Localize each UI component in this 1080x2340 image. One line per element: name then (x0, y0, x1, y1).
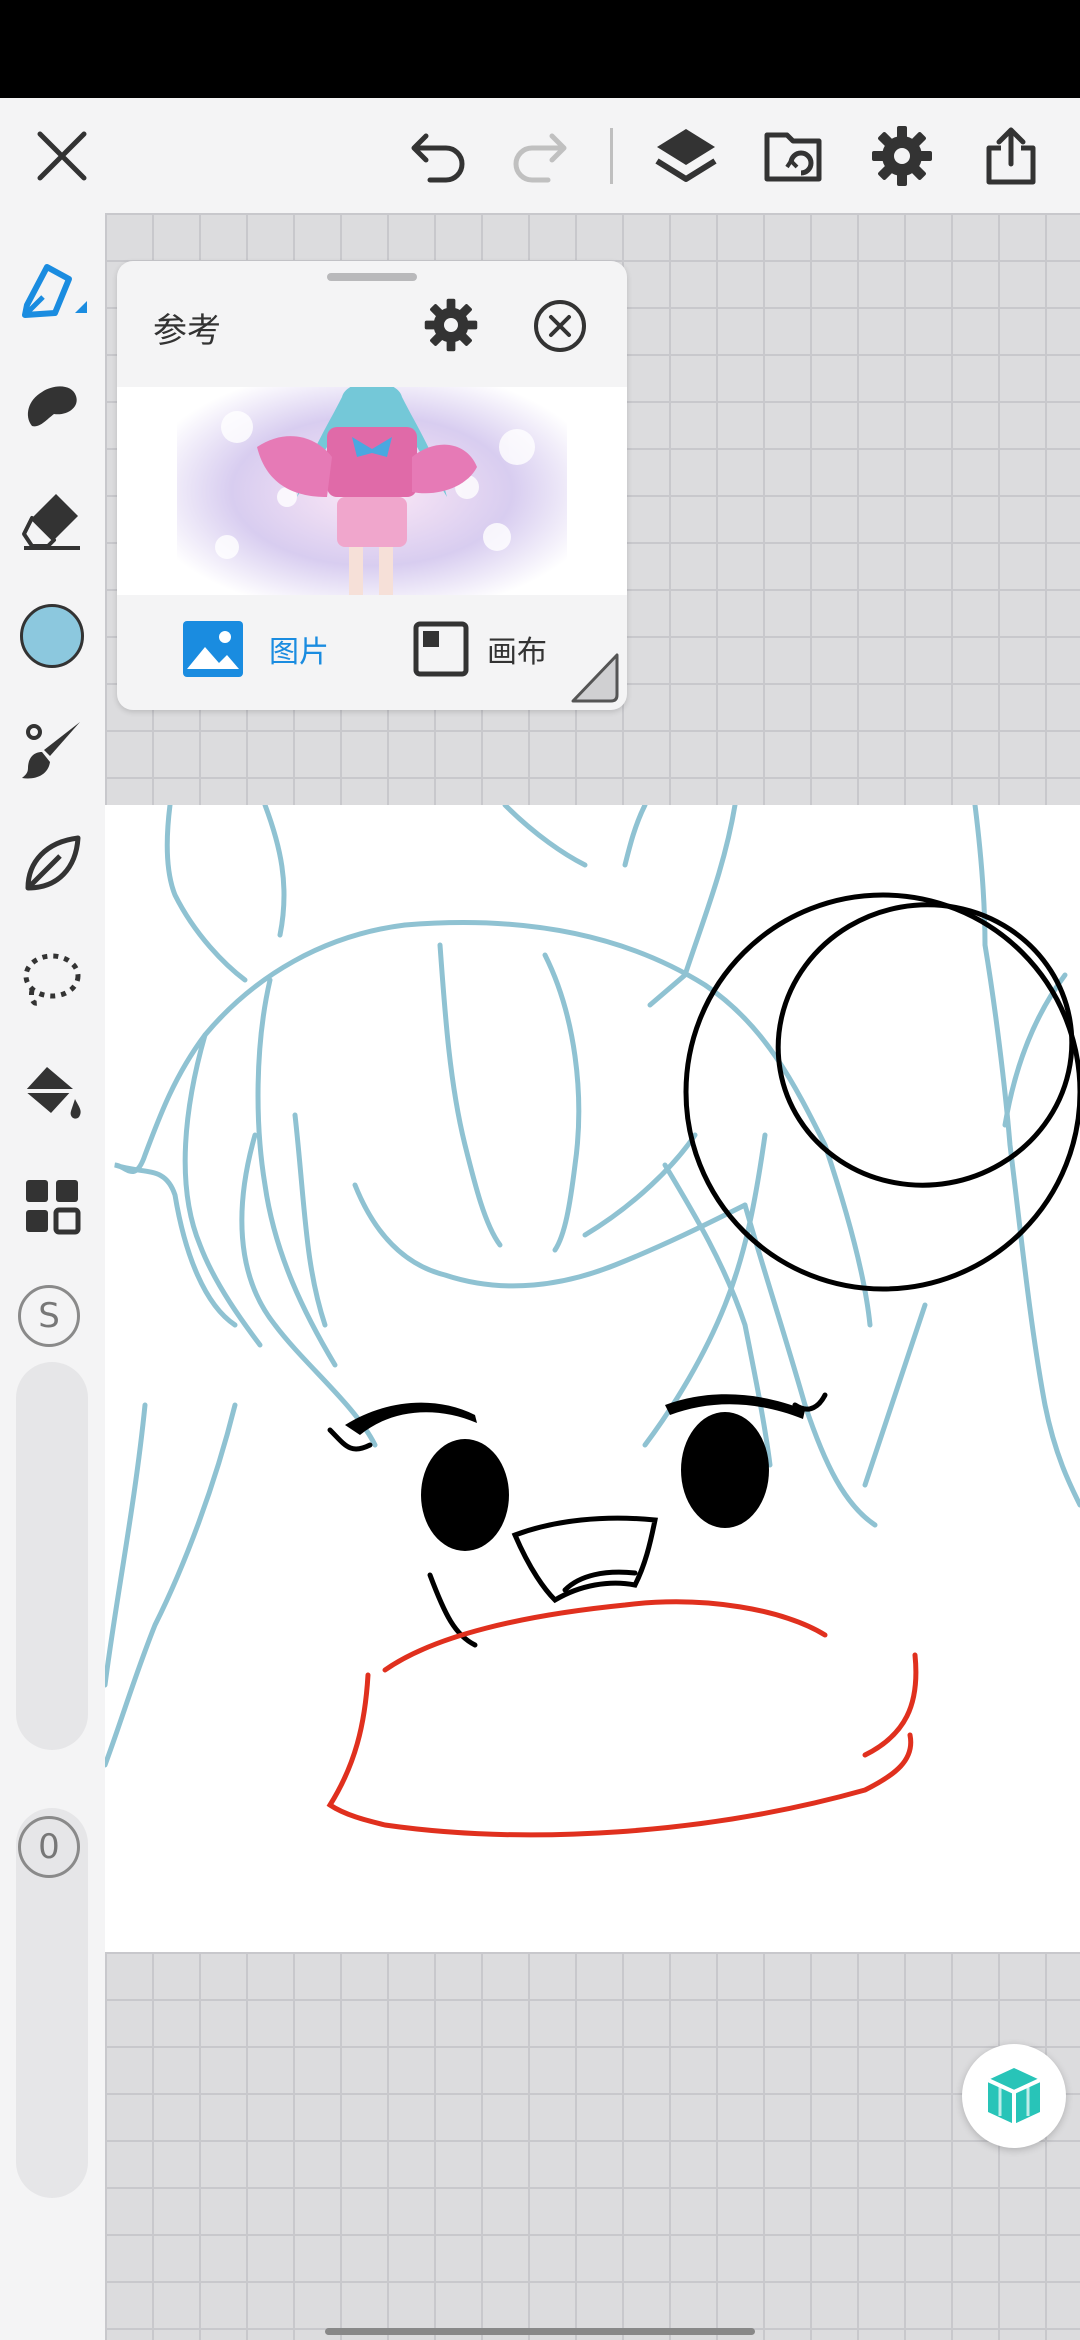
tab-canvas[interactable]: 画布 (413, 617, 547, 681)
pen-tool-icon[interactable] (12, 250, 92, 330)
panel-drag-handle[interactable] (327, 273, 417, 281)
fill-bucket-icon[interactable] (12, 1052, 92, 1132)
size-slider-thumb[interactable]: S (18, 1285, 80, 1347)
close-icon[interactable] (26, 120, 98, 192)
gear-icon[interactable] (866, 120, 938, 192)
current-color (20, 604, 84, 668)
brush-size-slider[interactable]: S (16, 1285, 88, 1750)
home-indicator (325, 2328, 755, 2335)
tab-image[interactable]: 图片 (181, 617, 329, 681)
3d-view-button[interactable] (962, 2044, 1066, 2148)
tab-canvas-label: 画布 (487, 635, 547, 670)
opacity-slider[interactable]: 0 (16, 1808, 88, 2198)
reference-panel: 参考 图片 画布 (117, 261, 627, 710)
grid-menu-icon[interactable] (12, 1166, 92, 1246)
resize-handle-icon[interactable] (569, 651, 623, 709)
redo-icon[interactable] (502, 120, 574, 192)
tab-image-label: 图片 (269, 635, 329, 670)
image-icon (183, 621, 243, 677)
canvas-icon (413, 621, 469, 677)
brush-tool-icon[interactable] (12, 710, 92, 790)
reference-panel-title: 参考 (153, 311, 221, 351)
undo-icon[interactable] (404, 120, 476, 192)
folder-import-icon[interactable] (758, 120, 830, 192)
layers-icon[interactable] (650, 120, 722, 192)
eraser-tool-icon[interactable] (12, 480, 92, 560)
share-icon[interactable] (975, 120, 1047, 192)
cube-icon (987, 2068, 1041, 2124)
lasso-tool-icon[interactable] (12, 938, 92, 1018)
eyes (345, 1394, 805, 1551)
status-bar (0, 0, 1080, 98)
canvas-artwork (105, 805, 1080, 1838)
drawing-canvas[interactable] (105, 805, 1080, 1952)
toolbar-separator (610, 128, 613, 184)
leaf-tool-icon[interactable] (12, 824, 92, 904)
color-picker-swatch[interactable] (12, 596, 92, 676)
opacity-slider-thumb[interactable]: 0 (18, 1816, 80, 1878)
close-circle-icon[interactable] (533, 299, 587, 353)
reference-image[interactable] (117, 387, 627, 595)
smudge-tool-icon[interactable] (12, 366, 92, 446)
gear-icon[interactable] (423, 297, 479, 353)
